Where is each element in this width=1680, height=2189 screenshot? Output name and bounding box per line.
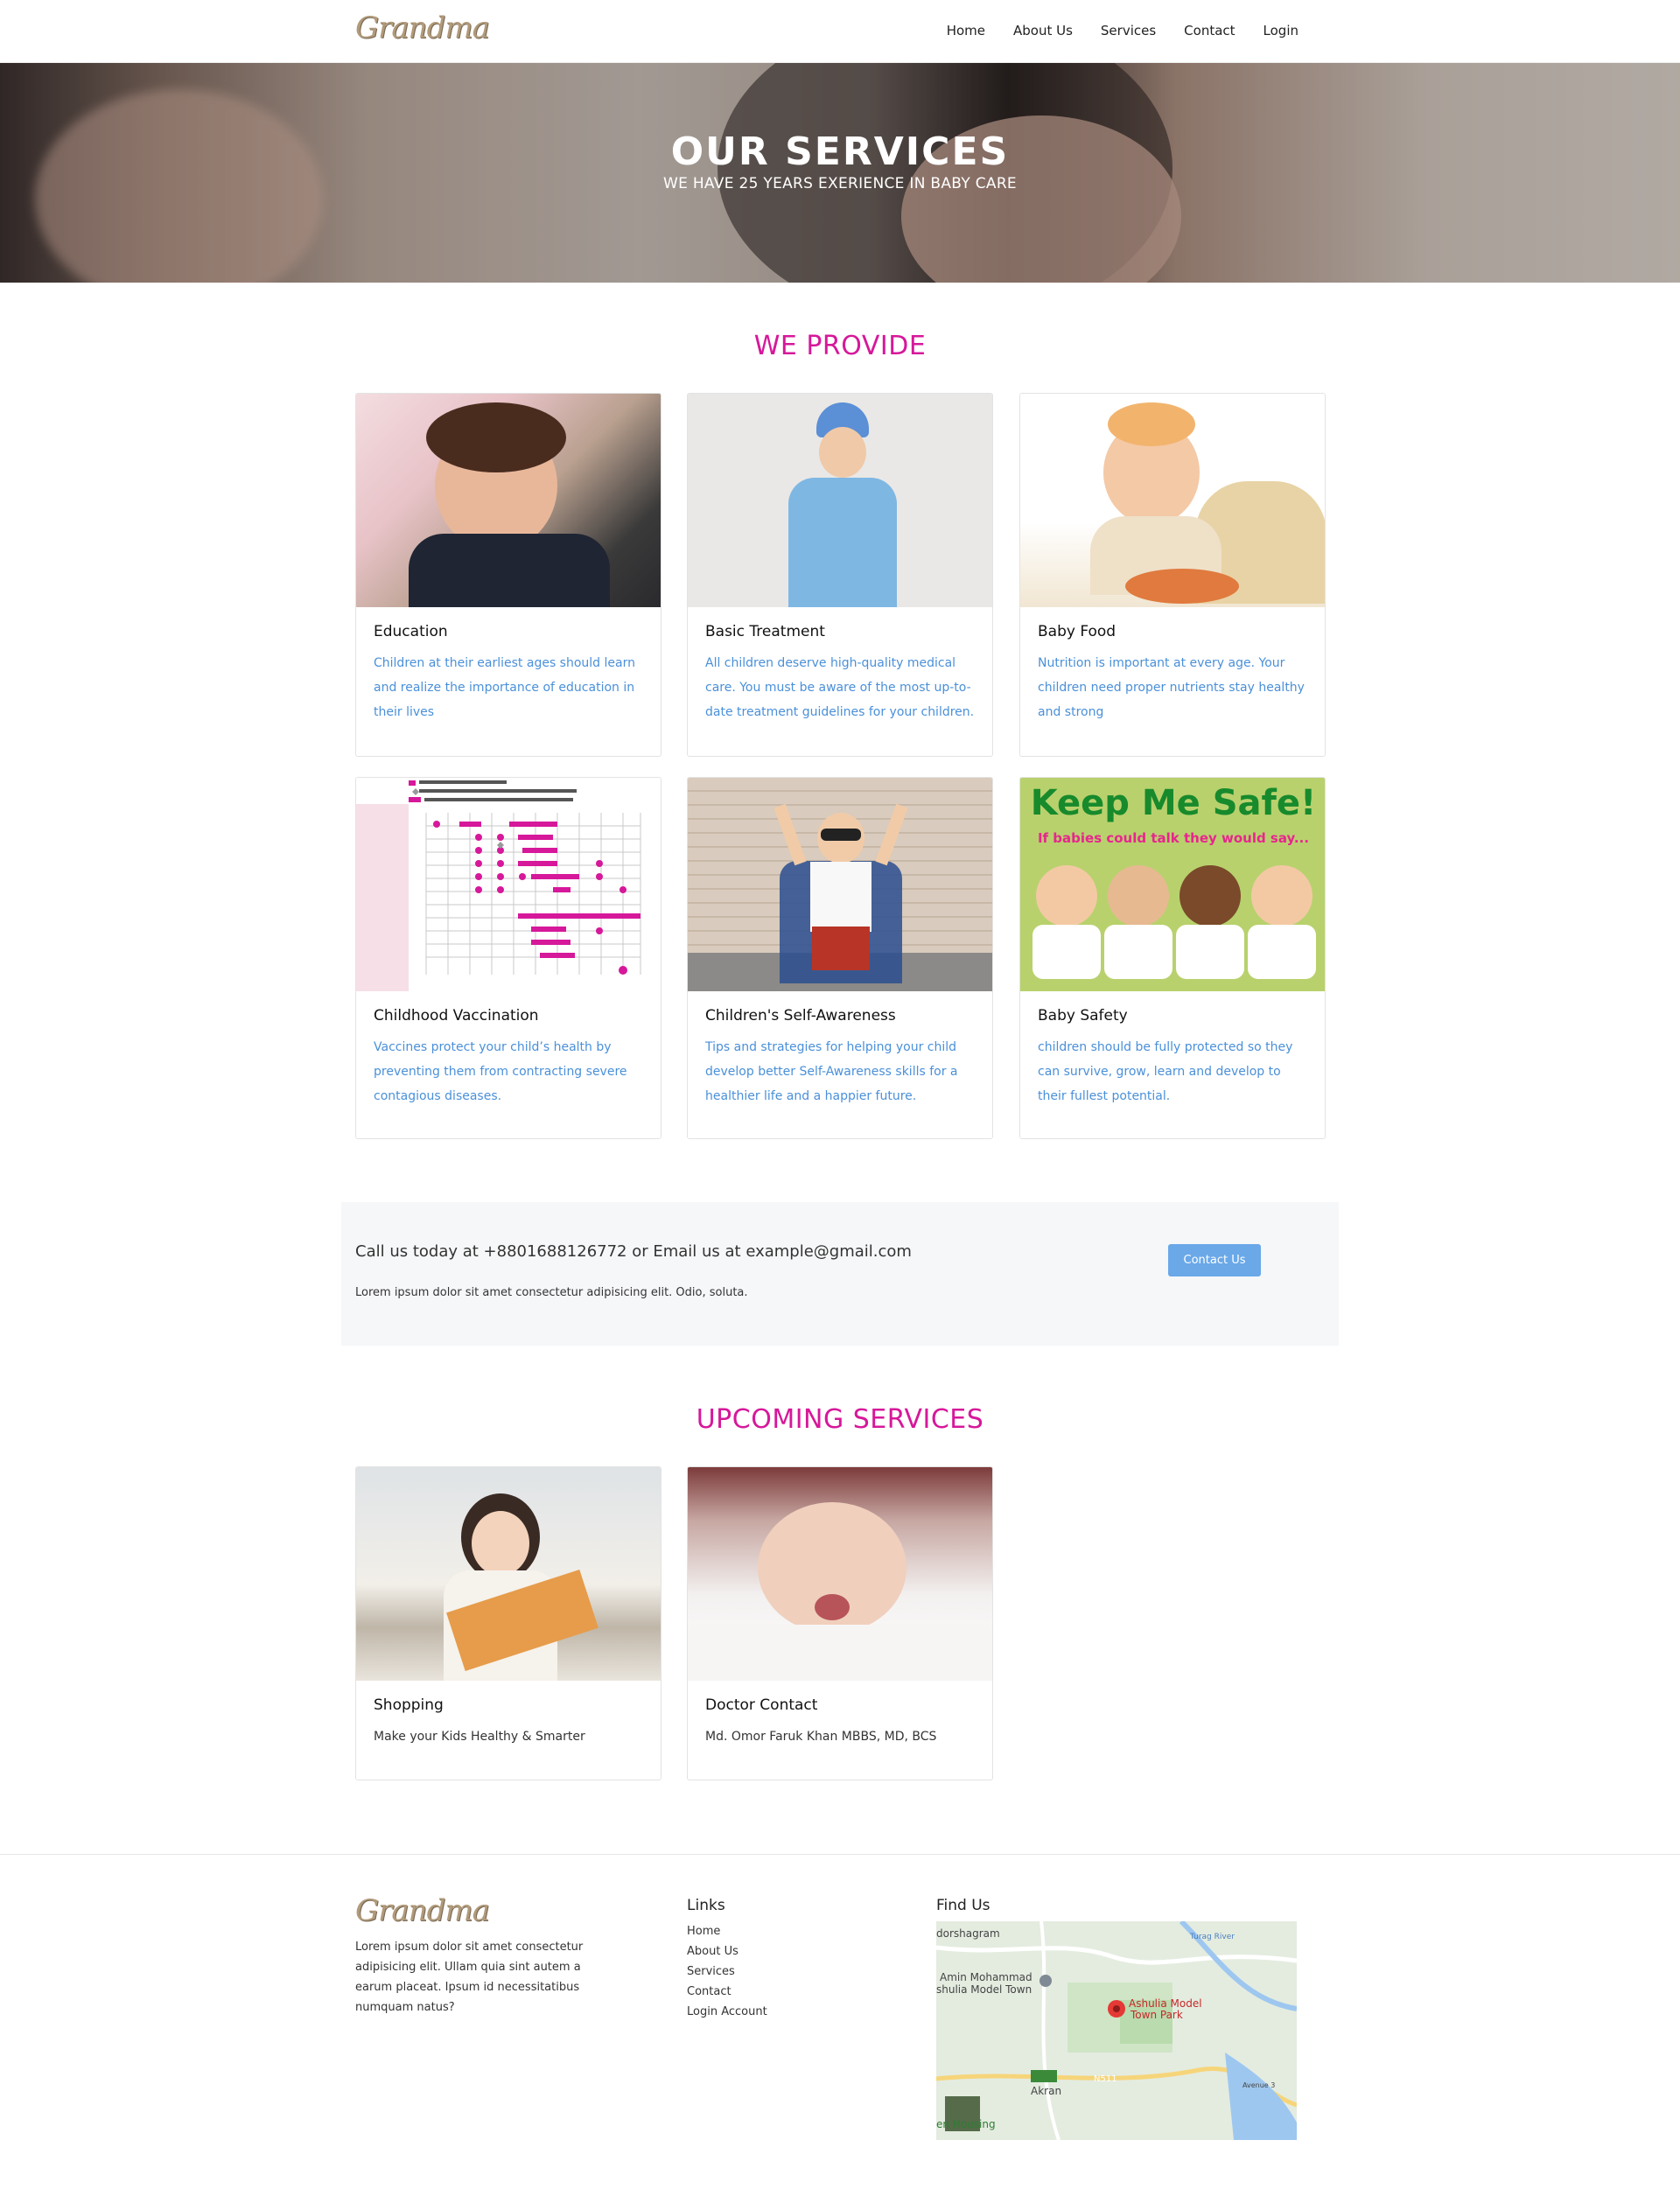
contact-callout: Call us today at +8801688126772 or Email… <box>341 1202 1339 1346</box>
card-text: Make your Kids Healthy & Smarter <box>374 1730 585 1744</box>
card-title: Doctor Contact <box>705 1696 818 1714</box>
map-label-park-1: Ashulia Model <box>1129 1997 1202 2010</box>
map-label-turag-river: Turag River <box>1189 1933 1235 1941</box>
card-title: Basic Treatment <box>705 623 825 640</box>
nav-contact[interactable]: Contact <box>1170 21 1249 40</box>
footer-link-services[interactable]: Services <box>687 1962 767 1982</box>
footer-link-home[interactable]: Home <box>687 1921 767 1941</box>
card-text: Children at their earliest ages should l… <box>374 656 635 719</box>
service-card-baby-food[interactable]: Baby Food Nutrition is important at ever… <box>1019 393 1326 757</box>
red-shorts <box>812 927 870 970</box>
baby-food-image <box>1020 394 1325 607</box>
find-us-heading: Find Us <box>936 1897 990 1914</box>
map-label-model-town: shulia Model Town <box>936 1983 1032 1996</box>
baby-cartoon-2 <box>1108 865 1169 927</box>
safety-subline: If babies could talk they would say... <box>1037 830 1310 846</box>
nav-home[interactable]: Home <box>933 21 999 40</box>
doctor-contact-image <box>688 1467 992 1681</box>
card-title: Children's Self-Awareness <box>705 1007 896 1025</box>
contact-lorem-text: Lorem ipsum dolor sit amet consectetur a… <box>355 1286 748 1299</box>
service-card-childhood-vaccination[interactable]: Childhood Vaccination Vaccines protect y… <box>355 777 662 1139</box>
service-card-basic-treatment[interactable]: Basic Treatment All children deserve hig… <box>687 393 993 757</box>
map-label-amin-mohammad: Amin Mohammad <box>940 1971 1032 1983</box>
footer-link-about-us[interactable]: About Us <box>687 1941 767 1962</box>
we-provide-heading: WE PROVIDE <box>753 331 927 361</box>
contact-call-text: Call us today at +8801688126772 or Email… <box>355 1242 912 1261</box>
baby-cartoon-4 <box>1251 865 1312 927</box>
left-arm <box>774 803 807 866</box>
vaccination-chart-image <box>356 778 661 991</box>
footer-about-text: Lorem ipsum dolor sit amet consectetur a… <box>355 1941 584 2014</box>
nav-login[interactable]: Login <box>1250 21 1312 40</box>
baby-cartoon-3 <box>1180 865 1241 927</box>
hero-title: OUR SERVICES <box>670 129 1010 174</box>
upcoming-card-shopping[interactable]: Shopping Make your Kids Healthy & Smarte… <box>355 1466 662 1780</box>
top-navbar: Grandma Home About Us Services Contact L… <box>0 0 1680 63</box>
education-image <box>356 394 661 607</box>
pasta-bowl <box>1108 402 1195 446</box>
card-title: Shopping <box>374 1696 444 1714</box>
main-nav: Home About Us Services Contact Login <box>933 21 1312 40</box>
map-label-n511: N511 <box>1094 2074 1117 2084</box>
map-graphic: N511 dorshagram Amin Mohammad shulia Mod… <box>936 1921 1297 2140</box>
service-card-self-awareness[interactable]: Children's Self-Awareness Tips and strat… <box>687 777 993 1139</box>
speech-bubble-1 <box>1032 925 1101 979</box>
child-face <box>819 427 866 478</box>
card-title: Baby Safety <box>1038 1007 1128 1025</box>
girl-face <box>472 1511 529 1576</box>
speech-bubble-3 <box>1176 925 1244 979</box>
contact-us-button[interactable]: Contact Us <box>1168 1244 1261 1276</box>
hero-subtitle: WE HAVE 25 YEARS EXERIENCE IN BABY CARE <box>663 175 1017 192</box>
baby-safety-image: Keep Me Safe! If babies could talk they … <box>1020 778 1325 991</box>
upcoming-card-doctor-contact[interactable]: Doctor Contact Md. Omor Faruk Khan MBBS,… <box>687 1466 993 1780</box>
card-text: Tips and strategies for helping your chi… <box>705 1040 958 1103</box>
brand-logo[interactable]: Grandma <box>355 10 490 49</box>
child-hair <box>426 402 566 472</box>
white-shirt <box>810 862 872 932</box>
safety-headline: Keep Me Safe! <box>1030 783 1317 823</box>
child-shirt <box>409 534 610 607</box>
card-text: Vaccines protect your child’s health by … <box>374 1040 627 1103</box>
baby-cartoon-1 <box>1036 865 1097 927</box>
footer-links-heading: Links <box>687 1897 725 1914</box>
speech-bubble-4 <box>1248 925 1316 979</box>
footer-links-list: Home About Us Services Contact Login Acc… <box>687 1921 767 2022</box>
card-title: Baby Food <box>1038 623 1116 640</box>
right-arm <box>875 803 908 866</box>
map-label-park-2: Town Park <box>1130 2009 1183 2021</box>
baby-mouth <box>815 1594 850 1620</box>
card-text: children should be fully protected so th… <box>1038 1040 1293 1103</box>
self-awareness-image <box>688 778 992 991</box>
service-card-education[interactable]: Education Children at their earliest age… <box>355 393 662 757</box>
footer-divider <box>0 1854 1680 1855</box>
spaghetti <box>1125 569 1239 604</box>
nav-about-us[interactable]: About Us <box>999 21 1087 40</box>
footer-link-contact[interactable]: Contact <box>687 1982 767 2002</box>
card-title: Education <box>374 623 448 640</box>
upcoming-services-heading: UPCOMING SERVICES <box>696 1404 984 1435</box>
map-label-avenue-3: Avenue 3 <box>1242 2081 1275 2089</box>
map-label-housing: en Housing <box>936 2118 996 2130</box>
basic-treatment-image <box>688 394 992 607</box>
footer-logo[interactable]: Grandma <box>355 1893 490 1928</box>
service-card-baby-safety[interactable]: Keep Me Safe! If babies could talk they … <box>1019 777 1326 1139</box>
vaccine-schedule-graphic <box>356 778 661 991</box>
speech-bubble-2 <box>1104 925 1172 979</box>
blanket <box>688 1625 992 1681</box>
location-map[interactable]: N511 dorshagram Amin Mohammad shulia Mod… <box>936 1921 1297 2140</box>
scrubs <box>788 478 897 607</box>
map-label-dorshagram: dorshagram <box>936 1927 1000 1940</box>
card-title: Childhood Vaccination <box>374 1007 539 1025</box>
superhero-mask <box>821 829 861 841</box>
card-text: Nutrition is important at every age. You… <box>1038 656 1305 719</box>
map-label-akran: Akran <box>1031 2085 1061 2097</box>
card-text: All children deserve high-quality medica… <box>705 656 975 719</box>
nav-services[interactable]: Services <box>1087 21 1170 40</box>
shopping-image <box>356 1467 661 1681</box>
footer-link-login-account[interactable]: Login Account <box>687 2002 767 2022</box>
card-text: Md. Omor Faruk Khan MBBS, MD, BCS <box>705 1730 937 1744</box>
